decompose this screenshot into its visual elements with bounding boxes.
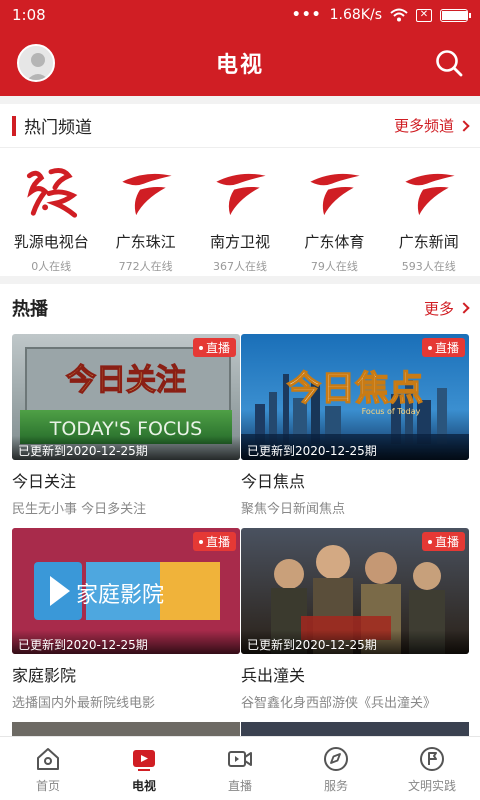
tab-label: 文明实践	[407, 779, 456, 793]
tab-flag[interactable]: 文明实践	[384, 737, 480, 800]
user-icon	[19, 46, 53, 80]
hot-channels-header: 热门频道 更多频道	[0, 104, 480, 148]
channel-item[interactable]: 南方卫视 367人在线	[193, 148, 287, 274]
live-badge: 直播	[192, 338, 236, 357]
network-speed: 1.68K/s	[329, 7, 382, 23]
channel-item[interactable]: 广东新闻 593人在线	[382, 148, 476, 274]
update-info: 已更新到2020-12-25期	[241, 436, 469, 460]
app-header: 电视	[0, 30, 480, 96]
compass-icon	[324, 747, 348, 771]
channel-name: 广东体育	[304, 233, 365, 251]
channel-name: 广东新闻	[398, 233, 459, 251]
program-card[interactable]: 直播 已更新到2020-12-25期 兵出潼关 谷智鑫化身西部游侠《兵出潼关》	[241, 528, 469, 711]
more-channels-link[interactable]: 更多频道	[393, 115, 470, 136]
channel-name: 乳源电视台	[13, 233, 89, 251]
thumbnail-subtitle-text: Focus of Today	[362, 407, 421, 416]
chevron-right-icon	[458, 302, 470, 314]
hot-play-section: 热播 更多 今日关注 TODAY'S FOCUS 直播 已更新到2020-12-…	[0, 284, 480, 736]
program-title: 今日焦点	[241, 472, 306, 491]
live-badge: 直播	[192, 532, 236, 551]
section-title: 热门频道	[24, 118, 92, 138]
live-camera-icon	[228, 751, 252, 767]
live-label: 直播	[434, 341, 459, 355]
no-sim-icon: ✕	[416, 8, 432, 22]
channel-viewer-count: 0人在线	[31, 260, 72, 273]
program-thumbnail: 今日关注 TODAY'S FOCUS 直播 已更新到2020-12-25期	[12, 334, 240, 460]
bottom-navigation: 首页 电视 直播 服务 文明实践	[0, 736, 480, 800]
page-title: 电视	[215, 53, 264, 78]
tab-label: 直播	[227, 779, 252, 793]
thumbnail-title-text: 家庭影院	[76, 583, 164, 608]
channel-item[interactable]: 乳源电视台 0人在线	[4, 148, 98, 274]
program-title: 兵出潼关	[241, 666, 306, 685]
program-subtitle: 谷智鑫化身西部游侠《兵出潼关》	[241, 696, 437, 711]
channel-viewer-count: 367人在线	[212, 260, 267, 273]
program-card[interactable]: 今日焦点 Focus of Today 直播 已更新到2020-12-25期 今…	[241, 334, 469, 517]
search-icon[interactable]	[434, 48, 464, 78]
channel-item[interactable]: 广东珠江 772人在线	[98, 148, 192, 274]
program-card-partial[interactable]	[241, 722, 469, 736]
more-dots-icon: •••	[291, 7, 322, 23]
wifi-icon	[390, 8, 408, 22]
tab-tv[interactable]: 电视	[96, 737, 192, 800]
ruyuan-tv-logo-icon	[27, 168, 78, 218]
home-icon	[37, 748, 59, 770]
update-info: 已更新到2020-12-25期	[241, 630, 469, 654]
program-card[interactable]: 今日关注 TODAY'S FOCUS 直播 已更新到2020-12-25期 今日…	[12, 334, 240, 517]
tab-home[interactable]: 首页	[0, 737, 96, 800]
channel-viewer-count: 593人在线	[401, 260, 456, 273]
channel-list: 乳源电视台 0人在线 广东珠江 772人在线 南方卫视 367人在线 广东体育 79人在线 广东…	[0, 148, 480, 274]
program-title: 家庭影院	[12, 666, 77, 685]
chevron-right-icon	[458, 119, 470, 132]
battery-icon	[440, 8, 471, 22]
live-label: 直播	[205, 341, 230, 355]
program-subtitle: 选播国内外最新院线电影	[12, 696, 156, 711]
tab-compass[interactable]: 服务	[288, 737, 384, 800]
more-label: 更多	[423, 299, 454, 318]
live-label: 直播	[434, 535, 459, 549]
update-info: 已更新到2020-12-25期	[12, 436, 240, 460]
more-channels-label: 更多频道	[393, 117, 454, 135]
status-time: 1:08	[12, 6, 46, 24]
program-subtitle: 聚焦今日新闻焦点	[241, 502, 346, 517]
tab-live-camera[interactable]: 直播	[192, 737, 288, 800]
guangdong-tv-logo-icon	[405, 173, 455, 216]
tab-label: 服务	[323, 779, 348, 793]
program-thumbnail: 直播 已更新到2020-12-25期	[241, 528, 469, 654]
thumbnail-title-text: 今日焦点	[287, 369, 423, 409]
tab-label: 首页	[35, 779, 60, 793]
live-badge: 直播	[421, 532, 465, 551]
section-title: 热播	[12, 299, 48, 320]
flag-icon	[420, 747, 444, 771]
program-subtitle: 民生无小事 今日多关注	[12, 502, 147, 517]
live-label: 直播	[205, 535, 230, 549]
channel-name: 广东珠江	[115, 233, 176, 251]
program-thumbnail: 家庭影院 直播 已更新到2020-12-25期	[12, 528, 240, 654]
live-badge: 直播	[421, 338, 465, 357]
channel-viewer-count: 772人在线	[118, 260, 173, 273]
thumbnail-title-text: 今日关注	[66, 363, 186, 398]
hot-channels-section: 热门频道 更多频道 乳源电视台 0人在线 广东珠江 772人在线 南方卫视 367人在线 广…	[0, 104, 480, 276]
tv-icon	[133, 750, 155, 771]
status-bar: 1:08 ••• 1.68K/s ✕	[0, 0, 480, 30]
program-thumbnail: 今日焦点 Focus of Today 直播 已更新到2020-12-25期	[241, 334, 469, 460]
section-marker	[12, 115, 16, 136]
guangdong-tv-logo-icon	[216, 173, 266, 216]
guangdong-tv-logo-icon	[121, 173, 172, 216]
program-title: 今日关注	[12, 472, 77, 491]
avatar[interactable]	[17, 44, 55, 82]
tab-label: 电视	[131, 779, 156, 793]
update-info: 已更新到2020-12-25期	[12, 630, 240, 654]
channel-item[interactable]: 广东体育 79人在线	[287, 148, 381, 274]
more-link[interactable]: 更多	[423, 298, 470, 319]
program-card[interactable]: 家庭影院 直播 已更新到2020-12-25期 家庭影院 选播国内外最新院线电影	[12, 528, 240, 711]
channel-name: 南方卫视	[209, 233, 270, 251]
hot-play-header: 热播 更多	[0, 284, 480, 332]
guangdong-tv-logo-icon	[310, 173, 360, 216]
channel-viewer-count: 79人在线	[310, 260, 358, 273]
program-card-partial[interactable]	[12, 722, 240, 736]
